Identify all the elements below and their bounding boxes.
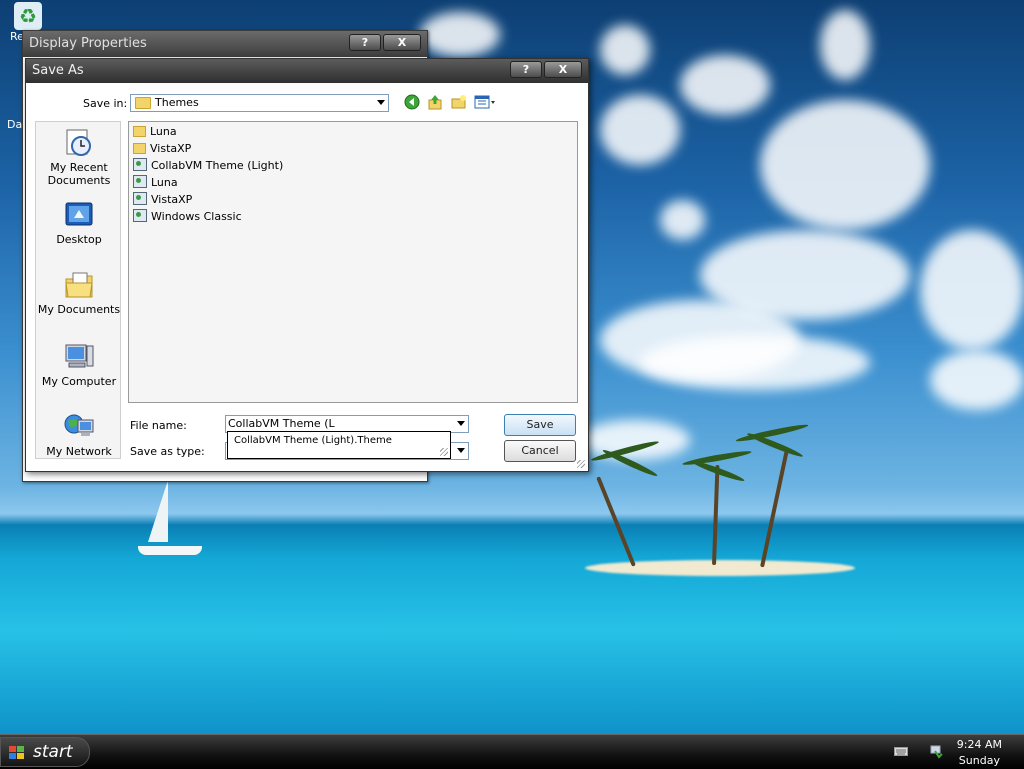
my-computer-icon	[63, 342, 95, 372]
save-in-value: Themes	[155, 96, 199, 109]
palm-trunk	[596, 476, 636, 567]
taskbar: start 9:24 AM Sunday	[0, 734, 1024, 769]
save-as-title: Save As	[26, 59, 588, 83]
place-label: My Computer	[41, 375, 117, 388]
close-icon: X	[558, 63, 568, 76]
chevron-down-icon	[377, 100, 385, 105]
file-list[interactable]: Luna VistaXP CollabVM Theme (Light) Luna…	[128, 121, 578, 403]
windows-logo-icon	[9, 746, 25, 760]
theme-file-icon	[133, 158, 147, 171]
help-button[interactable]: ?	[349, 34, 381, 51]
wallpaper-cloud	[580, 420, 690, 460]
resize-grip-icon[interactable]	[440, 448, 448, 456]
sand-island	[585, 560, 855, 576]
list-item[interactable]: Luna	[133, 175, 178, 191]
clock-time: 9:24 AM	[956, 738, 1002, 751]
help-icon: ?	[522, 63, 530, 76]
palm-trunk	[712, 464, 720, 566]
place-my-recent-documents[interactable]: My Recent Documents	[36, 128, 122, 187]
wallpaper-cloud	[930, 350, 1024, 410]
theme-file-icon	[133, 192, 147, 205]
keyboard-icon[interactable]	[894, 745, 908, 757]
theme-file-icon	[133, 175, 147, 188]
palm-trunk	[760, 447, 790, 568]
wallpaper-cloud	[920, 230, 1024, 350]
sailboat-hull	[138, 546, 202, 555]
help-icon: ?	[361, 36, 369, 49]
recycle-bin-icon: ♻	[14, 2, 42, 30]
list-item[interactable]: Windows Classic	[133, 209, 242, 225]
desktop-icon	[63, 200, 95, 230]
help-button[interactable]: ?	[510, 61, 542, 78]
wallpaper-cloud	[640, 335, 870, 390]
place-label: My Network	[46, 445, 112, 458]
save-button[interactable]: Save	[504, 414, 576, 436]
save-as-dialog[interactable]: Save As ? X Save in: Themes My Recent Do…	[25, 58, 589, 472]
wallpaper-cloud	[600, 95, 680, 165]
views-menu-icon[interactable]	[474, 94, 498, 112]
save-as-type-label: Save as type:	[130, 445, 205, 458]
file-name: Luna	[151, 176, 178, 189]
autocomplete-popup[interactable]: CollabVM Theme (Light).Theme	[227, 431, 451, 459]
list-item[interactable]: CollabVM Theme (Light)	[133, 158, 283, 174]
close-button[interactable]: X	[383, 34, 421, 51]
list-item[interactable]: VistaXP	[133, 141, 191, 157]
close-button[interactable]: X	[544, 61, 582, 78]
folder-icon	[133, 143, 146, 154]
folder-icon	[135, 97, 151, 109]
chevron-down-icon[interactable]	[457, 421, 465, 426]
file-name-label: File name:	[130, 419, 187, 432]
clock-day: Sunday	[958, 754, 1000, 767]
dialog-resize-grip-icon[interactable]	[577, 460, 585, 468]
file-name-value: CollabVM Theme (L	[228, 417, 335, 430]
wallpaper-cloud	[420, 12, 500, 57]
wallpaper-cloud	[600, 25, 650, 75]
theme-file-icon	[133, 209, 147, 222]
up-folder-icon[interactable]	[426, 94, 444, 112]
save-in-dropdown[interactable]: Themes	[130, 94, 389, 112]
wallpaper-cloud	[680, 55, 770, 115]
place-desktop[interactable]: Desktop	[36, 200, 122, 246]
place-my-computer[interactable]: My Computer	[36, 342, 122, 388]
wallpaper-cloud	[820, 10, 870, 80]
system-clock[interactable]: 9:24 AM Sunday	[957, 737, 1002, 769]
file-name: Windows Classic	[151, 210, 242, 223]
wallpaper-cloud	[660, 200, 705, 240]
file-name: VistaXP	[150, 142, 192, 155]
new-folder-icon[interactable]	[450, 94, 468, 112]
chevron-down-icon	[457, 448, 465, 453]
network-status-icon[interactable]	[930, 745, 944, 759]
file-name: CollabVM Theme (Light)	[151, 159, 284, 172]
autocomplete-suggestion[interactable]: CollabVM Theme (Light).Theme	[234, 435, 392, 446]
cancel-button[interactable]: Cancel	[504, 440, 576, 462]
start-label: start	[33, 742, 73, 762]
close-icon: X	[397, 36, 407, 49]
place-label: My Documents	[37, 303, 121, 316]
my-documents-icon	[63, 270, 95, 300]
sailboat-sail	[148, 480, 168, 542]
place-label: Desktop	[56, 233, 102, 246]
recent-documents-icon	[63, 128, 95, 158]
list-item[interactable]: Luna	[133, 124, 177, 140]
place-my-network[interactable]: My Network	[36, 412, 122, 458]
file-name: Luna	[150, 125, 177, 138]
wallpaper-cloud	[760, 100, 930, 230]
my-network-icon	[63, 412, 95, 442]
file-name: VistaXP	[151, 193, 193, 206]
place-label: My Recent Documents	[47, 161, 111, 187]
folder-icon	[133, 126, 146, 137]
list-item[interactable]: VistaXP	[133, 192, 192, 208]
back-icon[interactable]	[403, 94, 421, 112]
place-my-documents[interactable]: My Documents	[36, 270, 122, 316]
places-bar: My Recent Documents Desktop My Documents…	[35, 121, 121, 459]
save-in-label: Save in:	[83, 97, 128, 110]
start-button[interactable]: start	[0, 737, 90, 767]
